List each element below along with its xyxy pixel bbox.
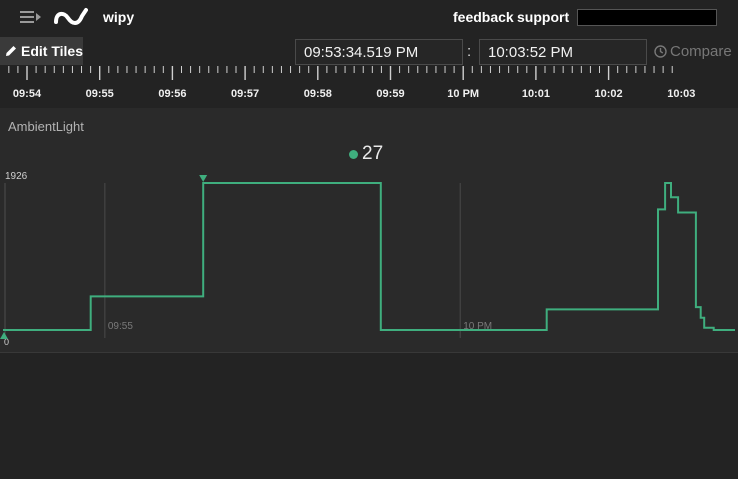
tile-title: AmbientLight	[8, 119, 84, 134]
timeline-tick-label: 10:03	[667, 88, 696, 100]
timeline-tick-label: 09:59	[376, 88, 405, 100]
current-value: 27	[349, 143, 383, 165]
timeline-tick-label: 10 PM	[447, 88, 480, 100]
timeline-tick-label: 10:01	[521, 88, 550, 100]
current-value-text: 27	[362, 143, 384, 164]
timeline-tick-label: 09:57	[231, 88, 260, 100]
timeline-tick-label: 09:58	[303, 88, 332, 100]
series-dot	[349, 149, 358, 159]
timeline-tick-label: 09:54	[12, 88, 42, 100]
timeline-tick-label: 10:02	[594, 88, 623, 100]
timeline-tick-label: 09:55	[85, 88, 114, 100]
timeline-tick-label: 09:56	[158, 88, 187, 100]
